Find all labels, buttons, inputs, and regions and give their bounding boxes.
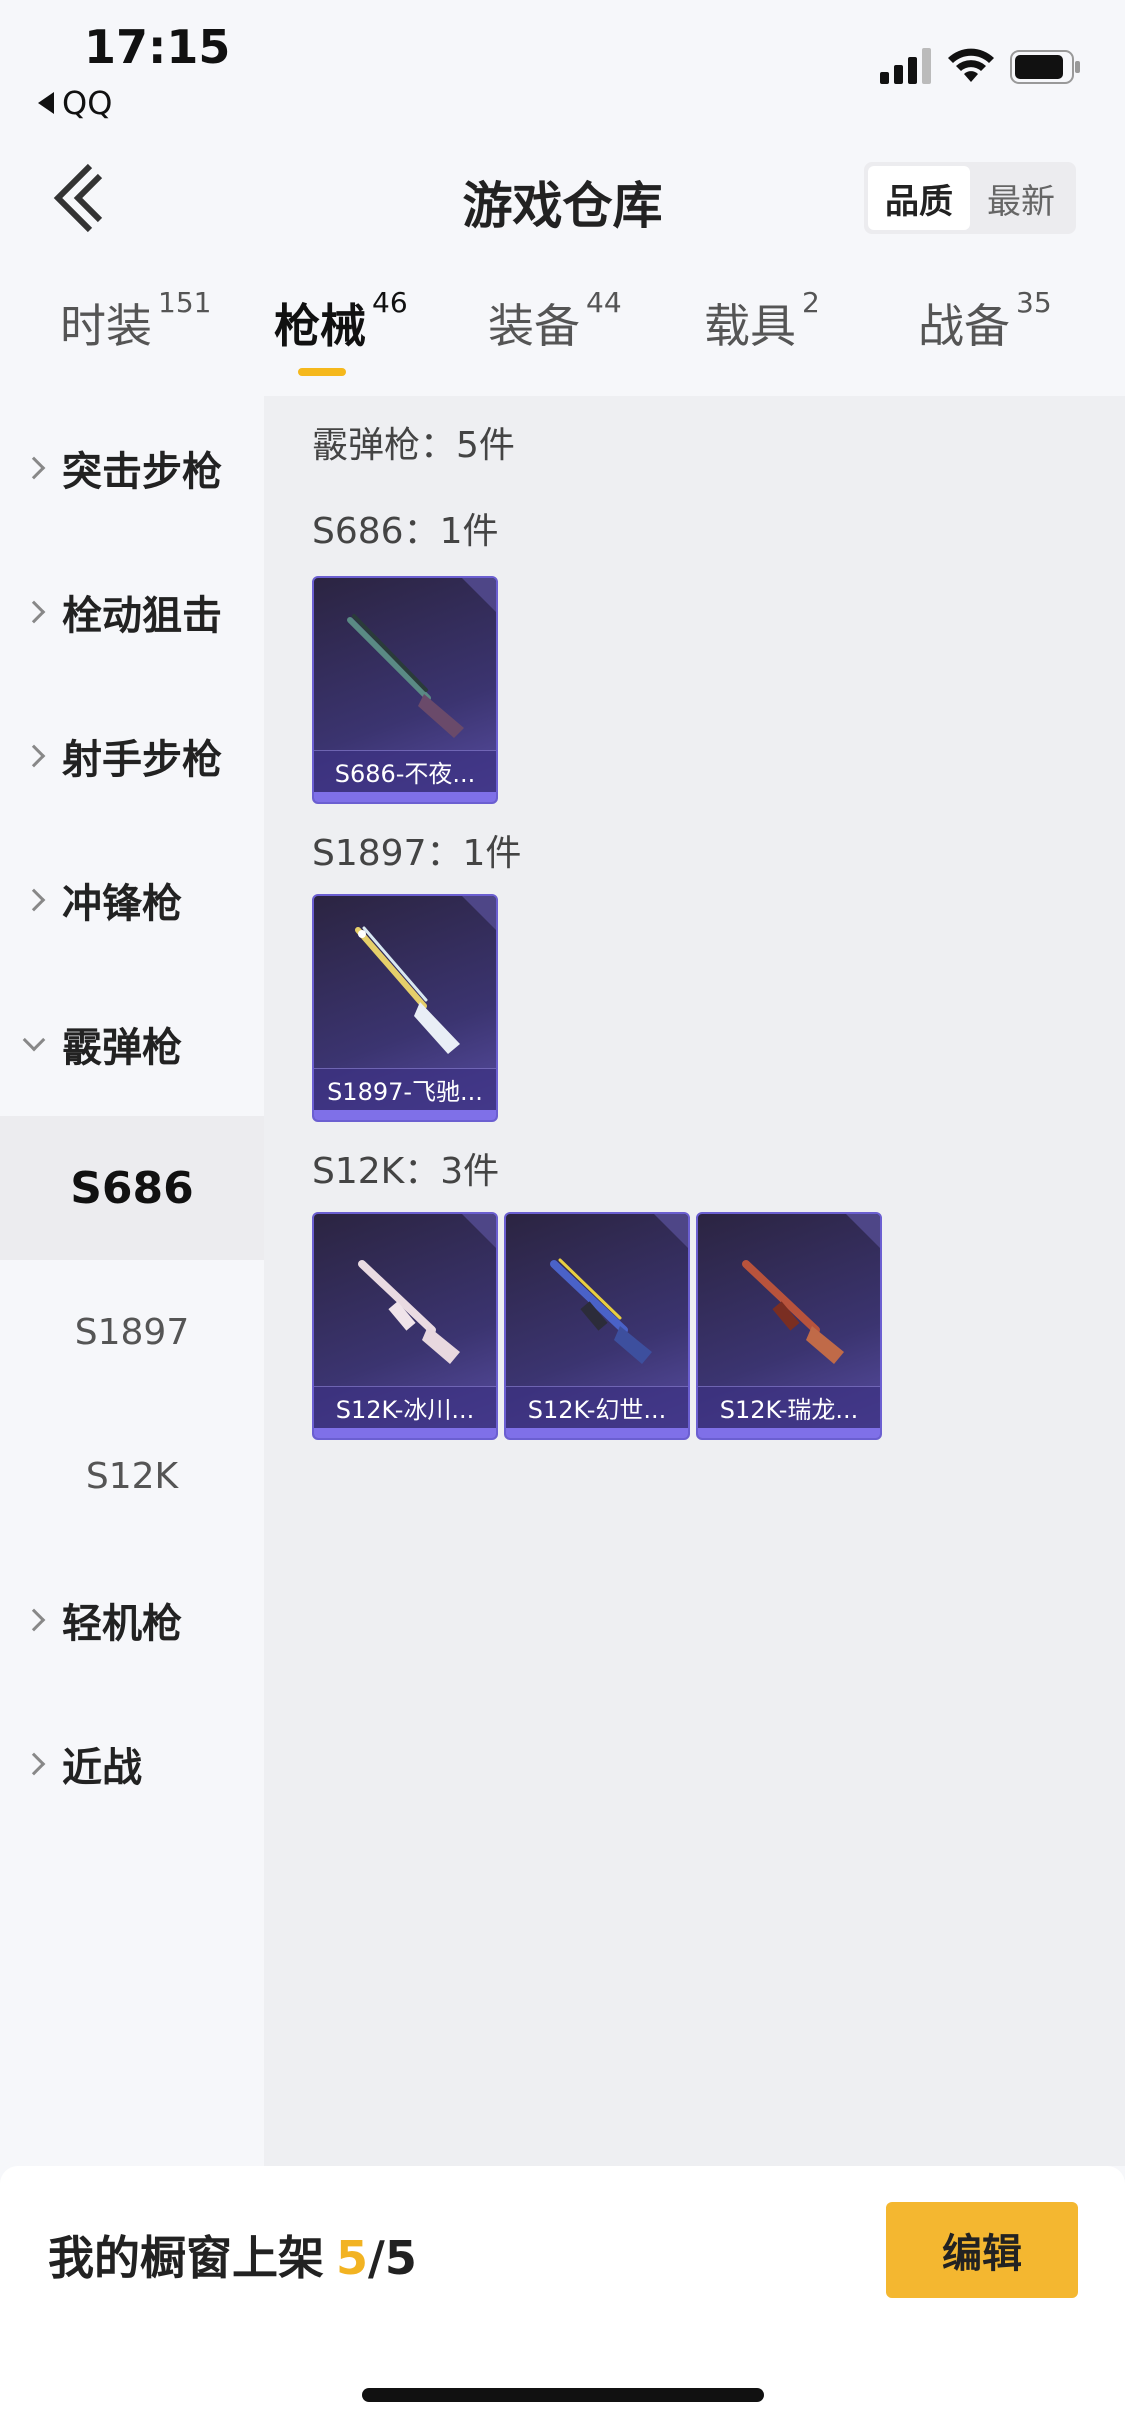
showcase-separator: / [368,2231,385,2285]
tab-label: 枪械 [274,299,366,353]
tab-firearms[interactable]: 枪械 46 [274,286,408,356]
shotgun-skin-icon [358,1260,460,1364]
chevron-right-icon [22,888,46,912]
card-quality-stripe [314,792,496,802]
skin-name: S12K-幻世... [527,1396,667,1424]
showcase-status: 我的橱窗上架 5 / 5 [48,2222,417,2288]
card-name-bar: S1897-飞驰... [314,1068,496,1110]
tab-fashion[interactable]: 时装 151 [60,286,211,356]
sidebar-item-melee[interactable]: 近战 [0,1692,264,1836]
sidebar-item-label: 射手步枪 [62,737,222,783]
sort-toggle[interactable]: 品质 最新 [864,162,1076,234]
inventory-content-panel: 霰弹枪：5件 S686：1件 S686-不夜... S1897：1件 S1897… [264,396,1125,2166]
status-bar: 17:15 QQ [0,0,1125,130]
tab-count: 151 [158,286,212,319]
card-quality-stripe [314,1428,496,1438]
edit-button[interactable]: 编辑 [886,2202,1078,2298]
sidebar-item-label: 霰弹枪 [62,1025,182,1071]
home-indicator[interactable] [362,2388,764,2402]
skin-card[interactable]: S686-不夜... [312,576,498,804]
tab-count: 2 [802,286,820,319]
sort-latest-option[interactable]: 最新 [970,166,1072,230]
card-quality-stripe [314,1110,496,1120]
sidebar-item-bolt-snipers[interactable]: 栓动狙击 [0,540,264,684]
skin-card[interactable]: S12K-幻世... [504,1212,690,1440]
showcase-label: 我的橱窗上架 [48,2231,324,2285]
sidebar-item-lmgs[interactable]: 轻机枪 [0,1548,264,1692]
back-to-app-link[interactable]: QQ [38,84,112,122]
section-title-s1897: S1897：1件 [312,833,522,874]
sidebar-item-assault-rifles[interactable]: 突击步枪 [0,396,264,540]
sidebar-subitem-s1897[interactable]: S1897 [0,1260,264,1404]
sidebar-item-label: 轻机枪 [62,1601,182,1647]
section-title-s686: S686：1件 [312,511,499,552]
sidebar-subitem-s12k[interactable]: S12K [0,1404,264,1548]
chevron-down-icon [22,1028,46,1052]
tab-count: 46 [372,286,408,319]
skin-card[interactable]: S12K-瑞龙... [696,1212,882,1440]
sidebar-item-marksman-rifles[interactable]: 射手步枪 [0,684,264,828]
sidebar-item-label: 突击步枪 [62,449,222,495]
tab-tactical-gear[interactable]: 战备 35 [918,286,1052,356]
tab-label: 载具 [704,299,796,353]
card-name-bar: S12K-幻世... [506,1386,688,1428]
tab-equipment[interactable]: 装备 44 [488,286,622,356]
chevron-right-icon [22,600,46,624]
skin-name: S686-不夜... [334,760,476,788]
card-name-bar: S12K-冰川... [314,1386,496,1428]
active-tab-indicator [298,368,346,376]
status-time: 17:15 [84,20,231,74]
section-title-s12k: S12K：3件 [312,1151,500,1192]
chevron-right-icon [22,456,46,480]
sort-quality-option[interactable]: 品质 [868,166,970,230]
chevron-right-icon [22,744,46,768]
tab-label: 装备 [488,299,580,353]
card-quality-stripe [506,1428,688,1438]
weapon-category-sidebar: 突击步枪 栓动狙击 射手步枪 冲锋枪 霰弹枪 S686 S1897 S12K 轻… [0,396,264,2166]
wifi-icon [948,48,994,82]
back-triangle-icon [38,92,54,114]
sidebar-item-label: 栓动狙击 [62,593,222,639]
category-tabs: 时装 151 枪械 46 装备 44 载具 2 战备 35 [0,286,1125,400]
tab-count: 35 [1016,286,1052,319]
shotgun-skin-icon [742,1260,844,1364]
card-name-bar: S12K-瑞龙... [698,1386,880,1428]
shotgun-skin-icon [550,1258,652,1364]
sidebar-item-label: 冲锋枪 [62,881,182,927]
shotgun-skin-icon [355,926,460,1054]
sidebar-item-label: 近战 [62,1745,142,1791]
skin-name: S12K-冰川... [335,1396,475,1424]
tab-label: 时装 [60,299,152,353]
chevron-right-icon [22,1752,46,1776]
cellular-signal-icon [880,48,931,84]
tab-count: 44 [586,286,622,319]
tab-label: 战备 [918,299,1010,353]
bottom-showcase-bar: 我的橱窗上架 5 / 5 编辑 [0,2166,1125,2436]
chevron-right-icon [22,1608,46,1632]
card-name-bar: S686-不夜... [314,750,496,792]
back-app-label: QQ [62,84,113,122]
sidebar-item-smgs[interactable]: 冲锋枪 [0,828,264,972]
sidebar-item-shotguns[interactable]: 霰弹枪 [0,972,264,1116]
tab-vehicles[interactable]: 载具 2 [704,286,820,356]
battery-icon [1010,50,1080,84]
category-summary: 霰弹枪：5件 [312,425,515,466]
skin-card[interactable]: S12K-冰川... [312,1212,498,1440]
skin-name: S12K-瑞龙... [719,1396,859,1424]
skin-card[interactable]: S1897-飞驰... [312,894,498,1122]
skin-name: S1897-飞驰... [327,1078,483,1106]
showcase-count: 5 [336,2231,369,2285]
sidebar-subitem-s686[interactable]: S686 [0,1116,264,1260]
shotgun-skin-icon [347,614,464,738]
card-quality-stripe [698,1428,880,1438]
showcase-total: 5 [384,2231,417,2285]
